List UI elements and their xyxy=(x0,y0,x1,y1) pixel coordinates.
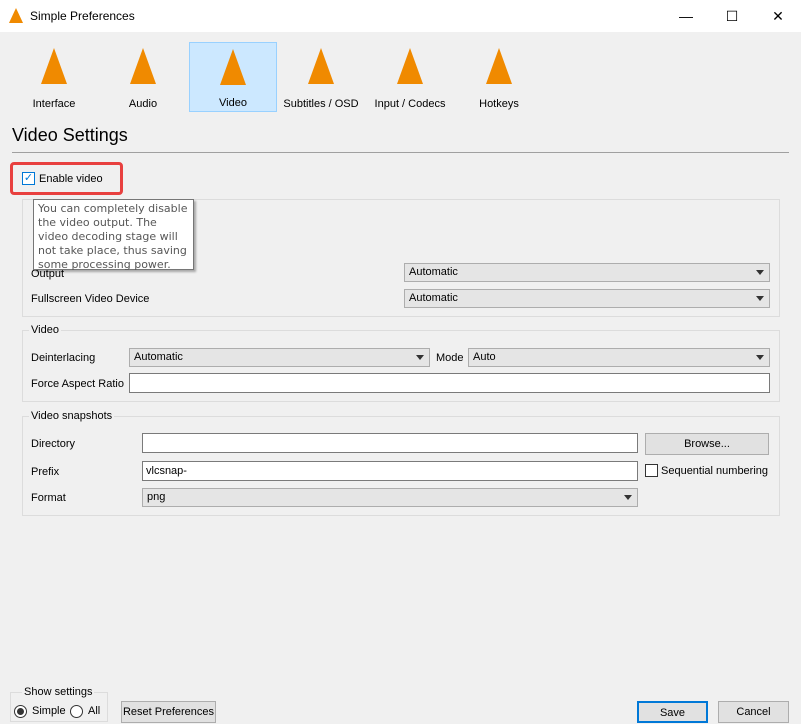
prefix-input[interactable]: vlcsnap- xyxy=(142,461,638,481)
browse-button[interactable]: Browse... xyxy=(645,433,769,455)
close-button[interactable]: ✕ xyxy=(755,0,801,32)
tab-label: Input / Codecs xyxy=(374,98,446,110)
output-select[interactable]: Automatic xyxy=(404,263,770,282)
simple-label: Simple xyxy=(32,705,66,717)
reset-preferences-button[interactable]: Reset Preferences xyxy=(121,701,216,723)
tab-label: Interface xyxy=(32,98,76,110)
aspect-ratio-input[interactable] xyxy=(129,373,770,393)
divider xyxy=(12,152,789,153)
all-radio[interactable] xyxy=(70,705,83,718)
enable-video-label: Enable video xyxy=(39,173,103,185)
simple-radio[interactable] xyxy=(14,705,27,718)
deinterlacing-label: Deinterlacing xyxy=(31,352,96,364)
aspect-ratio-label: Force Aspect Ratio xyxy=(31,378,124,390)
hotkeys-cone-icon xyxy=(486,48,512,84)
input-cone-icon xyxy=(397,48,423,84)
tab-hotkeys[interactable]: Hotkeys xyxy=(455,42,543,112)
sequential-numbering-label: Sequential numbering xyxy=(661,465,769,477)
all-label: All xyxy=(88,705,101,717)
cancel-button[interactable]: Cancel xyxy=(718,701,789,723)
tab-subtitles[interactable]: Subtitles / OSD xyxy=(277,42,365,112)
prefix-label: Prefix xyxy=(31,466,60,478)
tab-audio[interactable]: Audio xyxy=(99,42,187,112)
format-label: Format xyxy=(31,492,66,504)
video-cone-icon xyxy=(220,49,246,85)
enable-video-checkbox[interactable]: ✓ xyxy=(22,172,35,185)
directory-input[interactable] xyxy=(142,433,638,453)
show-settings-legend: Show settings xyxy=(22,686,95,698)
tooltip: You can completely disable the video out… xyxy=(33,199,194,271)
deinterlacing-select[interactable]: Automatic xyxy=(129,348,430,367)
tab-label: Audio xyxy=(128,98,158,110)
snapshots-group-legend: Video snapshots xyxy=(29,410,115,422)
sequential-numbering-checkbox[interactable] xyxy=(645,464,658,477)
tab-interface[interactable]: Interface xyxy=(10,42,98,112)
interface-cone-icon xyxy=(41,48,67,84)
tab-label: Hotkeys xyxy=(479,98,519,110)
format-select[interactable]: png xyxy=(142,488,638,507)
fullscreen-device-select[interactable]: Automatic xyxy=(404,289,770,308)
audio-cone-icon xyxy=(130,48,156,84)
tab-video[interactable]: Video xyxy=(189,42,277,112)
vlc-logo-icon xyxy=(9,8,23,23)
directory-label: Directory xyxy=(31,438,76,450)
tab-label: Subtitles / OSD xyxy=(283,98,359,110)
mode-select[interactable]: Auto xyxy=(468,348,770,367)
fullscreen-device-label: Fullscreen Video Device xyxy=(31,293,150,305)
maximize-button[interactable]: ☐ xyxy=(709,0,755,32)
save-button[interactable]: Save xyxy=(637,701,708,723)
tab-label: Video xyxy=(219,97,247,109)
subtitles-cone-icon xyxy=(308,48,334,84)
tab-input-codecs[interactable]: Input / Codecs xyxy=(366,42,454,112)
video-group-legend: Video xyxy=(29,324,61,336)
minimize-button[interactable]: — xyxy=(663,0,709,32)
page-title: Video Settings xyxy=(12,125,128,145)
window-title: Simple Preferences xyxy=(30,9,135,23)
mode-label: Mode xyxy=(436,352,464,364)
